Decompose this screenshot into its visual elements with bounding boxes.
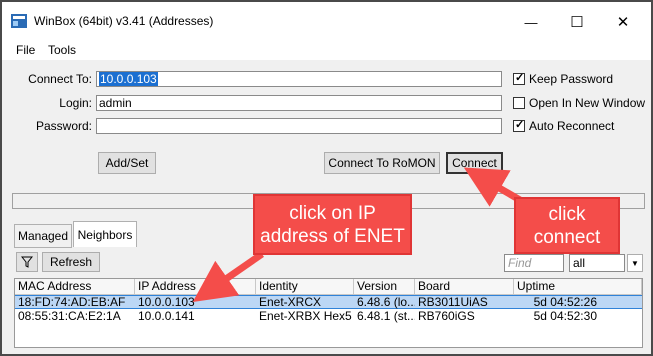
ip-callout: click on IP address of ENET [253, 194, 412, 255]
ip-callout-arrow [192, 251, 264, 302]
annotation-arrows [192, 167, 522, 302]
connect-callout: click connect [514, 197, 620, 254]
